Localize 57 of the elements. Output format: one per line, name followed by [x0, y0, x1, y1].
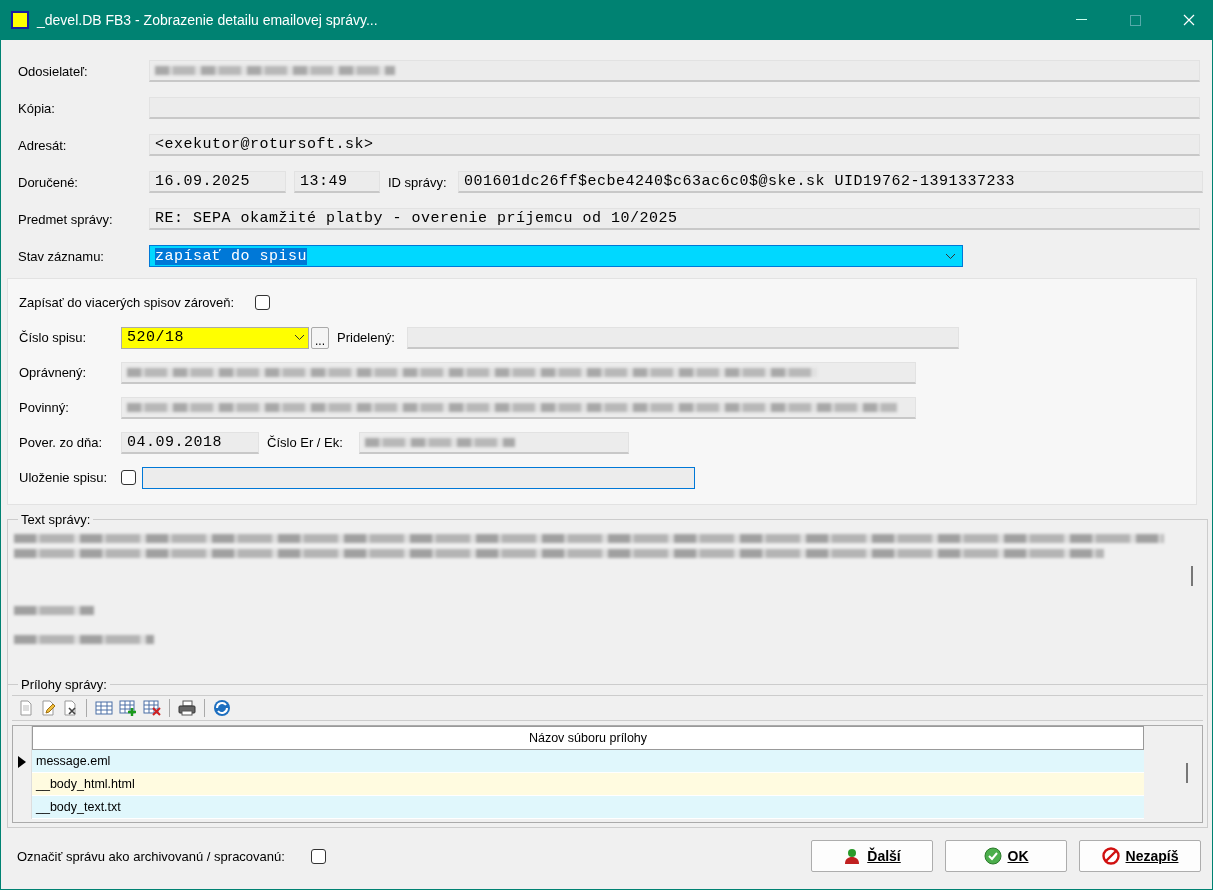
text-field[interactable]: RE: SEPA okamžité platby - overenie príjemcu od 10/2025 [149, 208, 1200, 230]
field-label: ID správy: [388, 174, 448, 190]
check-icon [983, 847, 1002, 865]
field-label: Predmet správy: [18, 211, 114, 227]
field-label: Oprávnený: [19, 365, 88, 380]
dropdown-value: zapísať do spisu [155, 247, 308, 265]
field-label: Číslo spisu: [19, 330, 88, 345]
delete-document-icon[interactable] [62, 700, 78, 716]
table-cell[interactable]: __body_html.html [32, 773, 1144, 796]
text-field[interactable]: 001601dc26ff$ecbe4240$c63ac6c0$@ske.sk UID19762-1391337233 [458, 171, 1203, 193]
case-number-dropdown[interactable]: 520/18 [121, 326, 309, 349]
text-field[interactable]: 13:49 [294, 171, 380, 193]
chevron-down-icon [294, 334, 305, 341]
table-icon[interactable] [95, 700, 113, 716]
field-label: Povinný: [19, 400, 70, 415]
delete-row-icon[interactable] [143, 700, 161, 716]
current-row-icon [18, 755, 26, 768]
field-label: Číslo Er / Ek: [267, 435, 344, 450]
field-label: Označiť správu ako archivovanú / spracovanú: [17, 848, 285, 864]
browse-button[interactable]: ... [311, 326, 329, 349]
scrollbar-thumb[interactable] [1186, 763, 1188, 783]
table-cell[interactable]: message.eml [32, 750, 1144, 773]
next-button[interactable]: Ďalší [811, 840, 933, 872]
group-label: Text správy: [18, 512, 94, 527]
checkbox[interactable] [310, 848, 326, 864]
field-label: Zapísať do viacerých spisov zároveň: [19, 295, 236, 310]
ok-button[interactable]: OK [945, 840, 1067, 872]
add-row-icon[interactable] [119, 700, 137, 716]
checkbox[interactable] [121, 470, 136, 485]
status-dropdown[interactable]: zapísať do spisu [149, 245, 963, 267]
person-icon [843, 847, 862, 865]
group-label: Prílohy správy: [18, 677, 110, 692]
field-label: Uloženie spisu: [19, 470, 109, 485]
text-field[interactable]: <exekutor@rotursoft.sk> [149, 134, 1200, 156]
text-field[interactable]: 04.09.2018 [121, 431, 259, 454]
text-field[interactable] [142, 466, 695, 489]
document-icon[interactable] [18, 700, 34, 716]
scrollbar-thumb[interactable] [1191, 566, 1193, 586]
field-label: Pridelený: [337, 330, 396, 345]
table-cell[interactable]: __body_text.txt [32, 796, 1144, 819]
checkbox[interactable] [255, 295, 270, 310]
field-label: Pover. zo dňa: [19, 435, 104, 450]
field-label: Kópia: [18, 100, 56, 116]
window-title: _devel.DB FB3 - Zobrazenie detailu emailovej správy... [37, 12, 379, 28]
field-label: Doručené: [18, 174, 79, 190]
field-label: Odosielateľ: [18, 63, 89, 79]
prohibited-icon [1101, 847, 1120, 865]
field-label: Adresát: [18, 137, 68, 153]
column-header[interactable]: Názov súboru prílohy [32, 726, 1144, 750]
cancel-button[interactable]: Nezapíš [1079, 840, 1201, 872]
field-label: Stav záznamu: [18, 248, 105, 264]
refresh-icon[interactable] [213, 699, 231, 717]
edit-document-icon[interactable] [40, 700, 56, 716]
chevron-down-icon [945, 252, 956, 260]
app-logo-icon [11, 11, 29, 29]
text-field[interactable]: 16.09.2025 [149, 171, 286, 193]
printer-icon[interactable] [178, 700, 196, 716]
